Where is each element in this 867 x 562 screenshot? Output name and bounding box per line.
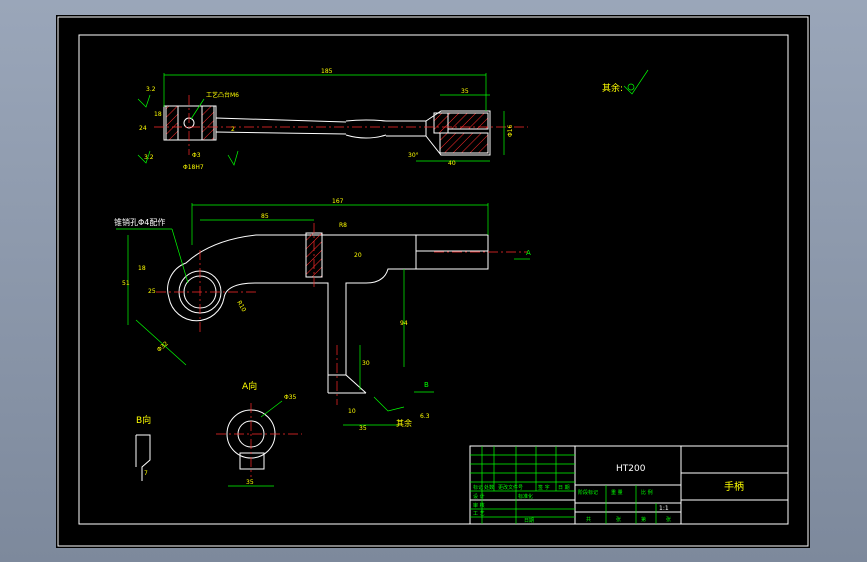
roughness-symbol — [623, 69, 649, 95]
dim-85: 85 — [261, 213, 269, 220]
dim-94: 94 — [400, 320, 408, 327]
dim-20: 20 — [354, 252, 362, 259]
view-b: B向 7 — [135, 414, 151, 481]
tb-design: 设 计 — [473, 493, 485, 500]
section-b-label: B — [424, 381, 429, 389]
dim-phi18h7: Φ18H7 — [183, 164, 204, 171]
tb-weight: 重 量 — [611, 489, 623, 496]
tb-sheets: 张 — [616, 516, 621, 523]
dim-18-front: 18 — [138, 265, 146, 272]
tb-stage: 阶段标记 — [578, 489, 598, 496]
view-a: A向 35 Φ35 — [216, 380, 302, 487]
outer-border — [57, 16, 809, 547]
tb-date-lower: 日期 — [524, 518, 534, 524]
dim-167: 167 — [332, 198, 344, 205]
dim-24: 24 — [139, 125, 147, 132]
tb-process: 工 艺 — [473, 511, 485, 517]
dim-185: 185 — [321, 68, 333, 75]
view-a-label: A向 — [242, 380, 257, 392]
tb-review: 审 核 — [473, 502, 485, 509]
dim-r10: R10 — [235, 300, 247, 314]
tb-no: 第 — [641, 516, 646, 523]
top-view: 185 35 40 Φ16 30° 工艺凸台M6 Φ18H7 3.2 3.2 2… — [137, 68, 528, 171]
cad-drawing: 185 35 40 Φ16 30° 工艺凸台M6 Φ18H7 3.2 3.2 2… — [57, 16, 809, 547]
dim-phi3: Φ3 — [192, 152, 201, 159]
roughness-circle — [627, 83, 635, 91]
dim-a-phi35: Φ35 — [284, 394, 297, 401]
tb-material: HT200 — [616, 464, 646, 474]
tb-sign: 签 字 — [538, 484, 550, 491]
dim-51: 51 — [122, 280, 130, 287]
dim-2: 2 — [231, 126, 235, 133]
dim-phi32: Φ32 — [156, 340, 170, 353]
note-rest-front: 其余 — [396, 418, 412, 428]
inner-border — [78, 34, 789, 525]
dim-b-7: 7 — [144, 470, 148, 477]
tb-change-doc: 更改文件号 — [498, 484, 523, 491]
tb-count: 处数 — [484, 484, 494, 491]
tb-scale: 比 例 — [641, 489, 653, 496]
front-view: 167 85 R8 20 51 18 25 R10 Φ32 94 30 35 1… — [114, 198, 531, 432]
dim-35: 35 — [461, 88, 469, 95]
tb-standard: 标准化 — [518, 493, 533, 500]
note-taper-pin: 锥销孔Φ4配作 — [114, 217, 165, 227]
dim-10: 10 — [348, 408, 356, 415]
view-b-label: B向 — [136, 414, 151, 426]
section-a-label: A — [526, 249, 531, 257]
dim-30deg: 30° — [408, 152, 419, 159]
note-rest-roughness: 其余: — [602, 82, 623, 94]
tb-total: 共 — [586, 516, 591, 523]
dim-40: 40 — [448, 160, 456, 167]
dim-30: 30 — [362, 360, 370, 367]
tb-sheet: 张 — [666, 516, 671, 523]
tb-date: 日 期 — [558, 485, 570, 491]
dim-25: 25 — [148, 288, 156, 295]
tb-mark: 标记 — [473, 484, 483, 491]
tb-part-name: 手柄 — [724, 480, 744, 493]
note-process-boss: 工艺凸台M6 — [206, 91, 239, 99]
dim-a-35: 35 — [246, 479, 254, 486]
dim-phi16: Φ16 — [507, 124, 514, 137]
dim-35-front: 35 — [359, 425, 367, 432]
dim-r8: R8 — [339, 222, 347, 229]
tb-scale-value: 1:1 — [659, 505, 669, 512]
title-block: 标记 处数 更改文件号 签 字 日 期 设 计 标准化 审 核 工 艺 日期 阶… — [469, 445, 789, 525]
rough-3-2-top: 3.2 — [146, 86, 156, 93]
dim-18: 18 — [154, 111, 162, 118]
drawing-viewport[interactable]: 185 35 40 Φ16 30° 工艺凸台M6 Φ18H7 3.2 3.2 2… — [56, 15, 810, 548]
rough-6-3: 6.3 — [420, 413, 430, 420]
